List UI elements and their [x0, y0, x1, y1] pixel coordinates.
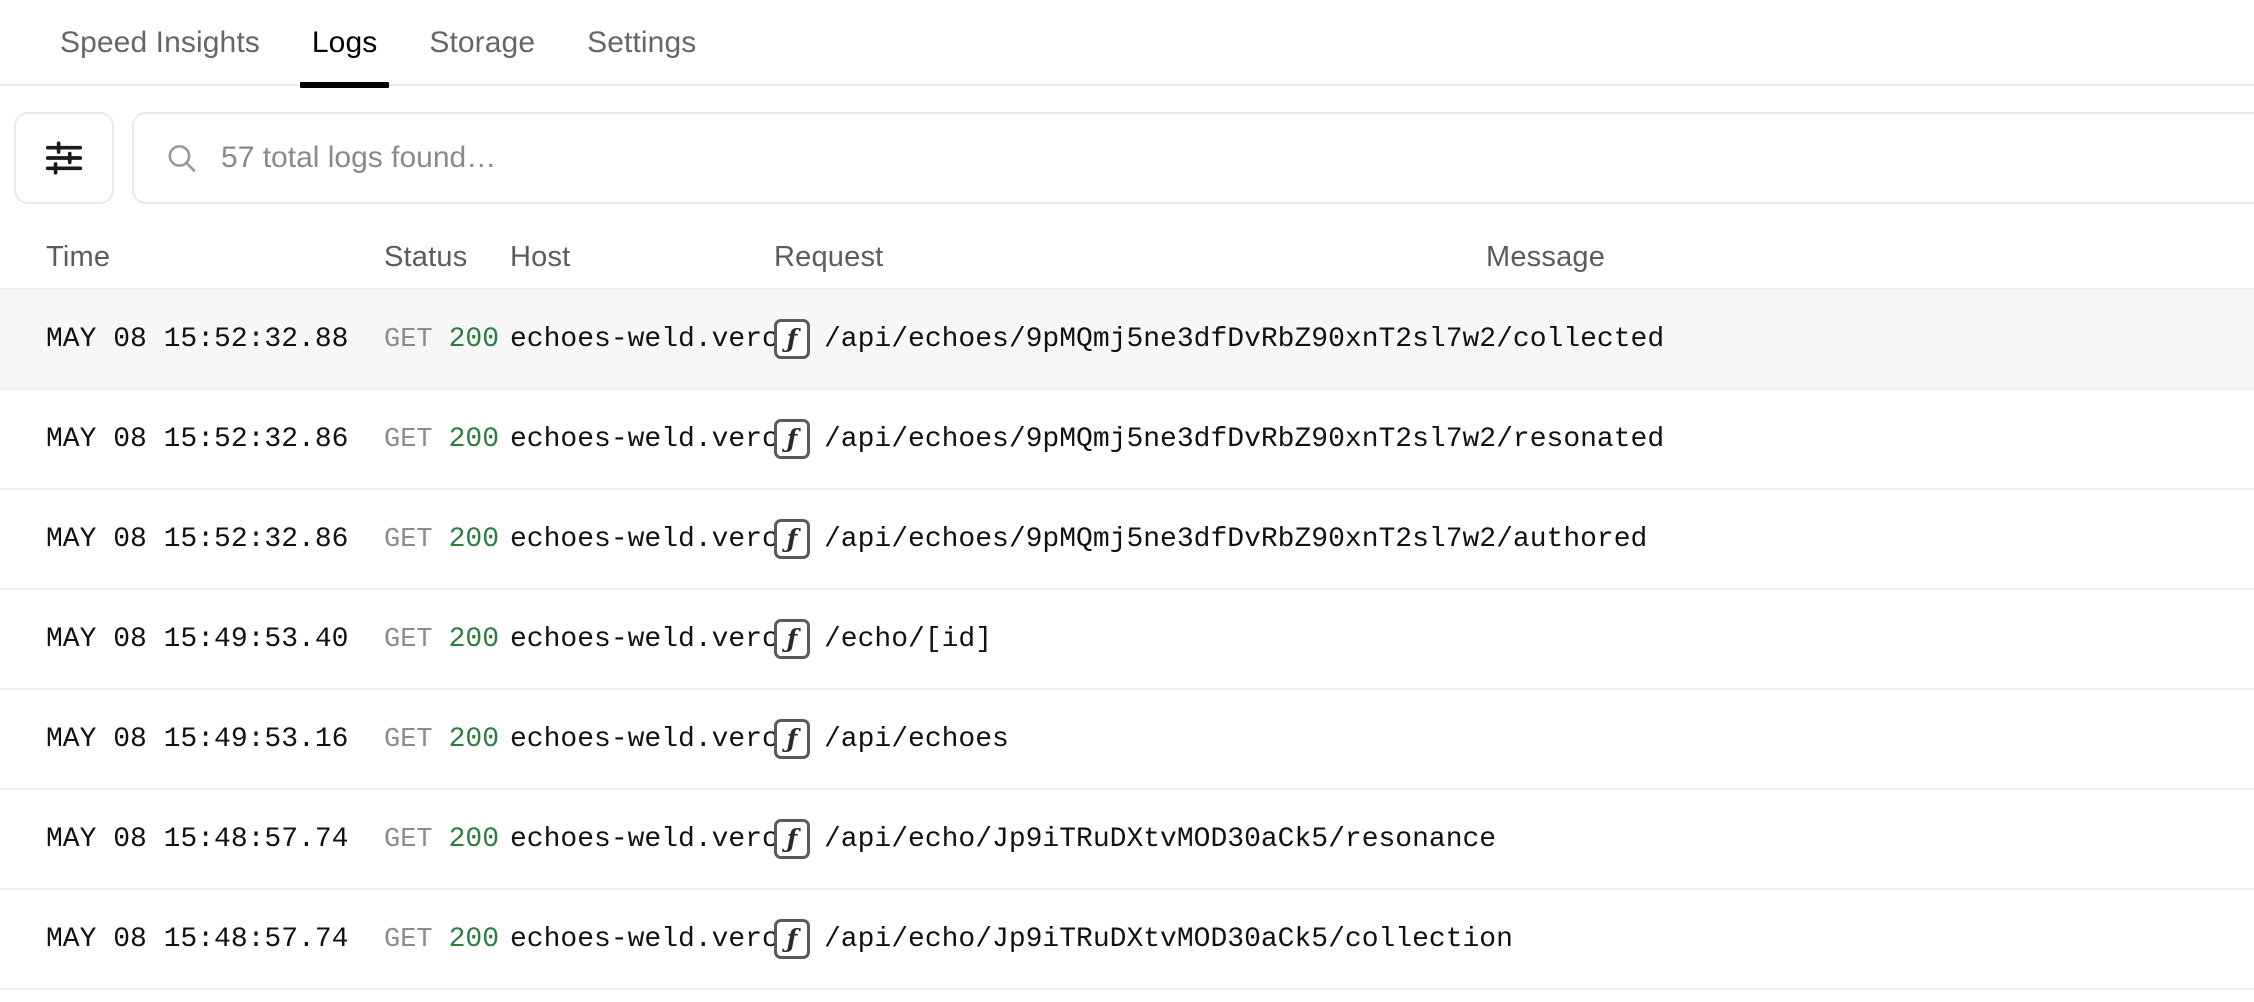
cell-request: ƒ/api/echo/Jp9iTRuDXtvMOD30aCk5/resonanc…: [774, 819, 2254, 859]
function-icon: ƒ: [774, 619, 810, 659]
cell-host: echoes-weld.verc…: [510, 423, 774, 455]
request-method: GET: [384, 624, 433, 655]
cell-time: MAY 08 15:52:32.86: [46, 523, 349, 555]
table-row[interactable]: MAY 08 15:48:57.74 GET 200 echoes-weld.verc…: [0, 888, 2254, 988]
tab-label: Storage: [429, 26, 536, 59]
cell-request: ƒ/api/echoes/9pMQmj5ne3dfDvRbZ90xnT2sl7w…: [774, 519, 2254, 559]
status-code: 200: [448, 923, 500, 955]
table-header-row: Time Status Host Request Message: [0, 226, 2254, 288]
filter-button[interactable]: [14, 112, 114, 204]
status-code: 200: [448, 723, 500, 755]
function-icon: ƒ: [774, 919, 810, 959]
column-header-host[interactable]: Host: [510, 241, 774, 274]
cell-request: ƒ/api/echoes/9pMQmj5ne3dfDvRbZ90xnT2sl7w…: [774, 419, 2254, 459]
tab-logs[interactable]: Logs: [286, 0, 403, 88]
cell-host: echoes-weld.verc…: [510, 623, 774, 655]
table-row[interactable]: MAY 08 15:48:57.74 GET 200 echoes-weld.verc…: [0, 788, 2254, 888]
request-method: GET: [384, 724, 433, 755]
function-icon: ƒ: [774, 319, 810, 359]
column-header-message[interactable]: Message: [1486, 241, 2254, 274]
logs-page: Speed Insights Logs Storage Settings 57 …: [0, 0, 2254, 1002]
function-icon: ƒ: [774, 419, 810, 459]
request-path: /api/echoes/9pMQmj5ne3dfDvRbZ90xnT2sl7w2…: [824, 423, 1665, 455]
cell-time: MAY 08 15:48:57.74: [46, 923, 349, 955]
tab-storage[interactable]: Storage: [403, 0, 561, 86]
tab-settings[interactable]: Settings: [561, 0, 722, 86]
status-code: 200: [448, 623, 500, 655]
status-code: 200: [448, 423, 500, 455]
tab-label: Logs: [311, 26, 378, 59]
table-row[interactable]: MAY 08 15:49:53.16 GET 200 echoes-weld.verc…: [0, 688, 2254, 788]
function-icon: ƒ: [774, 819, 810, 859]
column-header-status[interactable]: Status: [384, 241, 510, 274]
cell-request: ƒ/api/echo/Jp9iTRuDXtvMOD30aCk5/collecti…: [774, 919, 2254, 959]
cell-request: ƒ/api/echoes: [774, 719, 2254, 759]
search-box[interactable]: [132, 112, 2254, 204]
cell-host: echoes-weld.verc…: [510, 323, 774, 355]
table-row[interactable]: MAY 08 15:52:32.86 GET 200 echoes-weld.verc…: [0, 488, 2254, 588]
cell-status: GET 200: [384, 924, 510, 955]
sliders-icon: [45, 141, 83, 175]
function-icon: ƒ: [774, 519, 810, 559]
cell-status: GET 200: [384, 424, 510, 455]
tab-label: Speed Insights: [60, 26, 260, 59]
cell-time: MAY 08 15:52:32.86: [46, 423, 349, 455]
cell-host: echoes-weld.verc…: [510, 923, 774, 955]
tab-bar: Speed Insights Logs Storage Settings: [0, 0, 2254, 88]
logs-table: Time Status Host Request Message MAY 08 15:5…: [0, 226, 2254, 1002]
request-path: /api/echo/Jp9iTRuDXtvMOD30aCk5/resonance: [824, 823, 1497, 855]
cell-status: GET 200: [384, 524, 510, 555]
column-header-request[interactable]: Request: [774, 241, 1486, 274]
table-row[interactable]: MAY 08 15:52:32.88 GET 200 echoes-weld.verc…: [0, 288, 2254, 388]
table-row[interactable]: MAY 08 15:52:32.86 GET 200 echoes-weld.verc…: [0, 388, 2254, 488]
table-body: MAY 08 15:52:32.88 GET 200 echoes-weld.verc…: [0, 288, 2254, 1002]
table-row[interactable]: MAY 08 15:49:53.40 GET 200 echoes-weld.verc…: [0, 588, 2254, 688]
cell-host: echoes-weld.verc…: [510, 823, 774, 855]
status-code: 200: [448, 823, 500, 855]
request-method: GET: [384, 524, 433, 555]
cell-status: GET 200: [384, 724, 510, 755]
cell-status: GET 200: [384, 324, 510, 355]
cell-time: MAY 08 15:48:57.74: [46, 823, 349, 855]
tab-label: Settings: [587, 26, 697, 59]
cell-request: ƒ/echo/[id]: [774, 619, 2254, 659]
tab-speed-insights[interactable]: Speed Insights: [34, 0, 286, 86]
request-path: /api/echoes: [824, 723, 1009, 755]
request-method: GET: [384, 924, 433, 955]
status-code: 200: [448, 323, 500, 355]
request-path: /api/echo/Jp9iTRuDXtvMOD30aCk5/collectio…: [824, 923, 1513, 955]
request-method: GET: [384, 424, 433, 455]
cell-host: echoes-weld.verc…: [510, 723, 774, 755]
cell-time: MAY 08 15:49:53.40: [46, 623, 349, 655]
request-path: /api/echoes/9pMQmj5ne3dfDvRbZ90xnT2sl7w2…: [824, 323, 1665, 355]
column-header-time[interactable]: Time: [46, 241, 384, 274]
cell-status: GET 200: [384, 824, 510, 855]
cell-time: MAY 08 15:49:53.16: [46, 723, 349, 755]
search-input[interactable]: [221, 114, 2252, 202]
table-row[interactable]: MAY 08 15:48:57.74GET200echoes-weld.verc…: [0, 988, 2254, 1002]
cell-status: GET 200: [384, 624, 510, 655]
status-code: 200: [448, 523, 500, 555]
request-method: GET: [384, 824, 433, 855]
search-icon: [168, 145, 196, 172]
cell-request: ƒ/api/echoes/9pMQmj5ne3dfDvRbZ90xnT2sl7w…: [774, 319, 2254, 359]
request-method: GET: [384, 324, 433, 355]
request-path: /api/echoes/9pMQmj5ne3dfDvRbZ90xnT2sl7w2…: [824, 523, 1648, 555]
cell-host: echoes-weld.verc…: [510, 523, 774, 555]
logs-toolbar: [0, 86, 2254, 226]
cell-time: MAY 08 15:52:32.88: [46, 323, 349, 355]
request-path: /echo/[id]: [824, 623, 993, 655]
function-icon: ƒ: [774, 719, 810, 759]
